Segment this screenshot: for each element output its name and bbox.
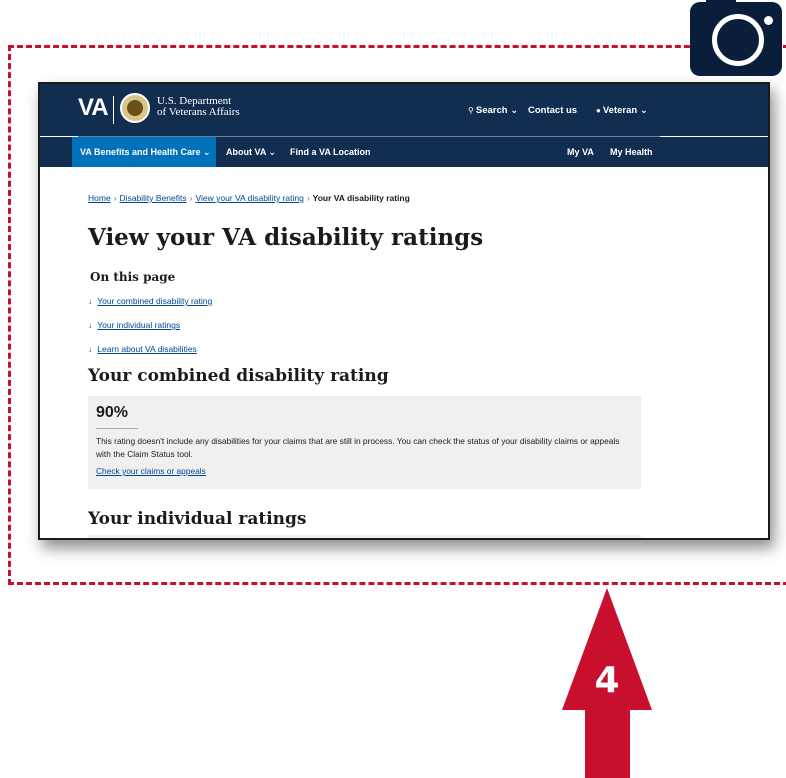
breadcrumb: Home › Disability Benefits › View your VA di… <box>88 193 410 203</box>
breadcrumb-separator: › <box>306 193 310 203</box>
department-line-2: of Veterans Affairs <box>157 106 240 118</box>
va-seal-icon <box>120 93 150 123</box>
nav-benefits-label: VA Benefits and Health Care <box>80 147 201 157</box>
breadcrumb-home[interactable]: Home <box>88 193 111 203</box>
jump-link-combined[interactable]: ↓ Your combined disability rating <box>88 296 212 306</box>
chevron-down-icon: ⌄ <box>510 105 519 116</box>
nav-find-location[interactable]: Find a VA Location <box>290 137 371 167</box>
breadcrumb-view-rating[interactable]: View your VA disability rating <box>195 193 303 203</box>
on-this-page-heading: On this page <box>90 270 176 284</box>
rating-underline <box>96 428 138 429</box>
jump-link-label: Your individual ratings <box>97 320 181 330</box>
individual-ratings-heading: Your individual ratings <box>88 509 307 529</box>
nav-about-va[interactable]: About VA ⌄ <box>226 137 276 167</box>
search-icon: ⚲ <box>468 106 474 115</box>
search-label: Search <box>475 105 508 116</box>
breadcrumb-separator: › <box>189 193 193 203</box>
main-nav: VA Benefits and Health Care ⌄ About VA ⌄… <box>40 137 768 167</box>
step-number-badge: 4 <box>594 660 620 701</box>
arrow-shaft <box>585 709 630 778</box>
chevron-down-icon: ⌄ <box>203 147 211 157</box>
user-label: Veteran <box>602 105 638 116</box>
nav-benefits-health-care[interactable]: VA Benefits and Health Care ⌄ <box>72 137 216 167</box>
jump-link-individual[interactable]: ↓ Your individual ratings <box>88 320 180 330</box>
individual-ratings-card <box>88 535 641 538</box>
combined-rating-heading: Your combined disability rating <box>88 366 389 386</box>
breadcrumb-separator: › <box>113 193 117 203</box>
breadcrumb-disability-benefits[interactable]: Disability Benefits <box>120 193 187 203</box>
site-header: VA U.S. Department of Veterans Affairs ⚲… <box>40 84 768 136</box>
logo-divider <box>113 96 114 124</box>
user-icon: ● <box>596 106 601 115</box>
chevron-down-icon: ⌄ <box>639 105 648 116</box>
contact-us-link[interactable]: Contact us <box>528 105 577 116</box>
nav-my-health[interactable]: My Health <box>610 137 653 167</box>
combined-rating-percent: 90% <box>96 404 129 421</box>
breadcrumb-current: Your VA disability rating <box>312 193 410 203</box>
chevron-down-icon: ⌄ <box>268 147 277 157</box>
arrow-down-icon: ↓ <box>88 320 93 330</box>
page-title: View your VA disability ratings <box>88 224 484 251</box>
jump-link-label: Your combined disability rating <box>97 296 213 306</box>
arrow-down-icon: ↓ <box>88 344 93 354</box>
arrow-down-icon: ↓ <box>88 296 93 306</box>
jump-link-label: Learn about VA disabilities <box>97 344 197 354</box>
jump-link-learn[interactable]: ↓ Learn about VA disabilities <box>88 344 197 354</box>
search-button[interactable]: ⚲ Search ⌄ <box>468 105 518 116</box>
nav-my-va[interactable]: My VA <box>567 137 594 167</box>
screenshot-window: VA U.S. Department of Veterans Affairs ⚲… <box>38 82 770 540</box>
check-claims-link[interactable]: Check your claims or appeals <box>96 466 206 476</box>
user-menu-button[interactable]: ● Veteran ⌄ <box>596 105 648 116</box>
va-logo[interactable]: VA <box>78 94 109 122</box>
department-name: U.S. Department of Veterans Affairs <box>157 96 240 118</box>
combined-rating-card: 90% This rating doesn't include any disa… <box>88 396 641 489</box>
rating-description: This rating doesn't include any disabili… <box>96 436 620 459</box>
camera-icon <box>690 0 782 76</box>
nav-about-label: About VA <box>226 147 266 157</box>
